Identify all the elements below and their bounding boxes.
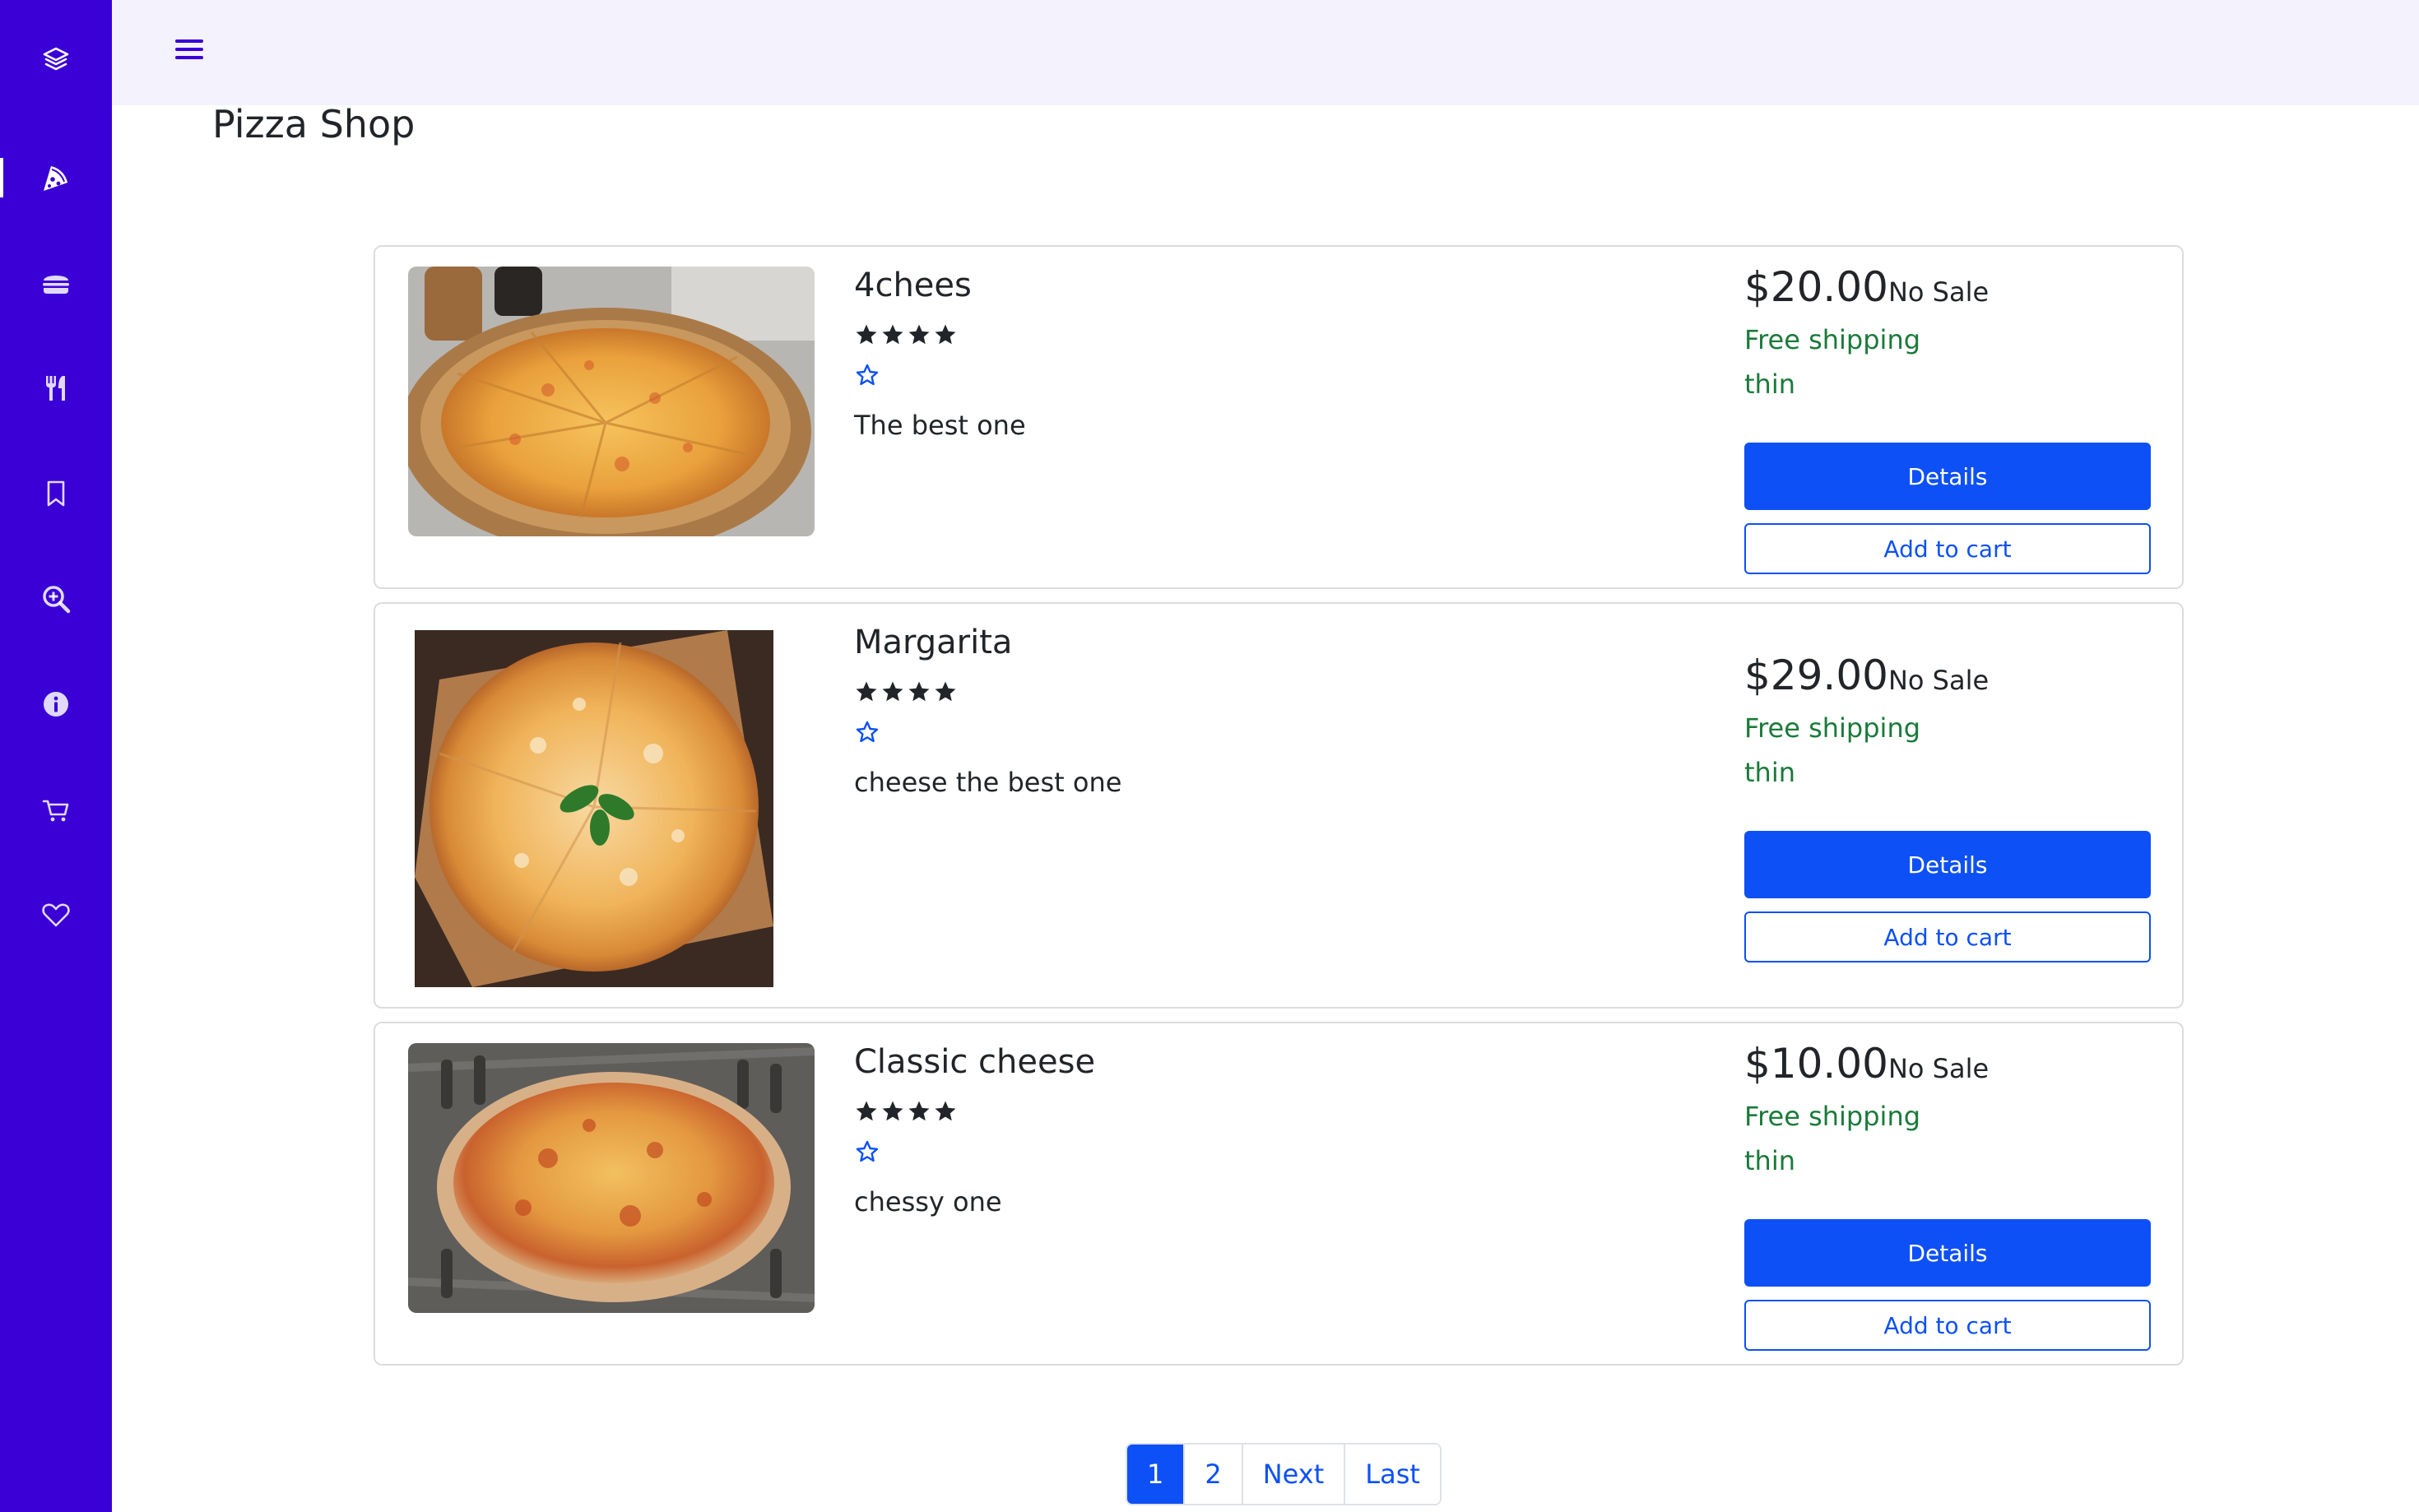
top-header: [112, 0, 2419, 105]
star-outline-icon: [856, 1140, 879, 1162]
burger-icon: [43, 276, 69, 294]
product-name[interactable]: Classic cheese: [854, 1043, 1095, 1081]
product-description: cheese the best one: [854, 767, 1122, 798]
star-icon: [935, 1101, 956, 1121]
product-image: [408, 267, 815, 536]
favorite-star-button[interactable]: [854, 362, 880, 392]
sidebar-item-burger[interactable]: [0, 250, 112, 316]
search-plus-icon: [43, 586, 71, 614]
favorite-star-button[interactable]: [854, 1139, 880, 1168]
hamburger-icon: [175, 39, 203, 59]
product-description: chessy one: [854, 1186, 1002, 1217]
page-1-button[interactable]: 1: [1127, 1445, 1186, 1504]
shipping-info: Free shipping: [1744, 324, 1921, 355]
product-price: $20.00: [1744, 263, 1888, 311]
add-to-cart-button[interactable]: Add to cart: [1744, 1300, 2151, 1351]
heart-icon: [42, 903, 70, 927]
star-icon: [908, 1101, 930, 1121]
last-page-button[interactable]: Last: [1345, 1445, 1440, 1504]
star-icon: [935, 324, 956, 345]
crust-type: thin: [1744, 369, 1795, 400]
info-icon: [44, 692, 68, 717]
next-page-button[interactable]: Next: [1242, 1445, 1346, 1504]
product-card: Margarita cheese the best one $29.00No S…: [374, 602, 2184, 1009]
shipping-info: Free shipping: [1744, 1101, 1921, 1132]
product-image: [408, 1043, 815, 1313]
pagination: 1 2 Next Last: [1126, 1443, 1442, 1505]
page-title: Pizza Shop: [212, 102, 416, 146]
rating-stars: [854, 322, 958, 347]
rating-stars: [854, 1099, 958, 1124]
menu-toggle-button[interactable]: [169, 33, 209, 66]
page-2-button[interactable]: 2: [1185, 1445, 1243, 1504]
star-icon: [856, 681, 877, 702]
product-card: 4chees The best one $20.00No Sale Free s…: [374, 245, 2184, 589]
product-image: [415, 630, 773, 987]
layers-icon: [43, 47, 69, 71]
sidebar-item-pizza[interactable]: [0, 145, 112, 211]
sale-status: No Sale: [1887, 665, 1990, 696]
product-price: $10.00: [1744, 1040, 1888, 1088]
star-icon: [882, 324, 903, 345]
sale-status: No Sale: [1887, 276, 1990, 308]
star-outline-icon: [856, 364, 879, 386]
star-icon: [882, 1101, 903, 1121]
sidebar-item-restaurant[interactable]: [0, 355, 112, 421]
price-block: $20.00No Sale: [1744, 263, 1989, 311]
details-button[interactable]: Details: [1744, 831, 2151, 898]
bookmark-icon: [47, 480, 65, 507]
rating-stars: [854, 679, 958, 704]
sidebar-item-bookmarks[interactable]: [0, 461, 112, 526]
shipping-info: Free shipping: [1744, 712, 1921, 744]
crust-type: thin: [1744, 757, 1795, 788]
details-button[interactable]: Details: [1744, 1219, 2151, 1287]
sidebar-item-info[interactable]: [0, 671, 112, 737]
product-card: Classic cheese chessy one $10.00No Sale …: [374, 1022, 2184, 1366]
product-name[interactable]: 4chees: [854, 267, 972, 304]
star-icon: [856, 324, 877, 345]
star-outline-icon: [856, 721, 879, 743]
add-to-cart-button[interactable]: Add to cart: [1744, 523, 2151, 574]
cart-icon: [42, 800, 69, 822]
sidebar-item-search[interactable]: [0, 566, 112, 632]
sidebar-item-favorites[interactable]: [0, 882, 112, 948]
pizza-icon: [44, 166, 67, 191]
sidebar-item-cart[interactable]: [0, 777, 112, 842]
star-icon: [882, 681, 903, 702]
product-price: $29.00: [1744, 652, 1888, 699]
price-block: $10.00No Sale: [1744, 1040, 1989, 1088]
star-icon: [908, 681, 930, 702]
star-icon: [935, 681, 956, 702]
price-block: $29.00No Sale: [1744, 652, 1989, 699]
sale-status: No Sale: [1887, 1053, 1990, 1084]
utensils-icon: [46, 376, 65, 401]
star-icon: [856, 1101, 877, 1121]
details-button[interactable]: Details: [1744, 443, 2151, 510]
sidebar: [0, 0, 112, 1512]
favorite-star-button[interactable]: [854, 719, 880, 749]
add-to-cart-button[interactable]: Add to cart: [1744, 911, 2151, 962]
sidebar-item-home[interactable]: [0, 26, 112, 92]
star-icon: [908, 324, 930, 345]
product-description: The best one: [854, 410, 1026, 441]
crust-type: thin: [1744, 1145, 1795, 1176]
product-name[interactable]: Margarita: [854, 624, 1012, 661]
